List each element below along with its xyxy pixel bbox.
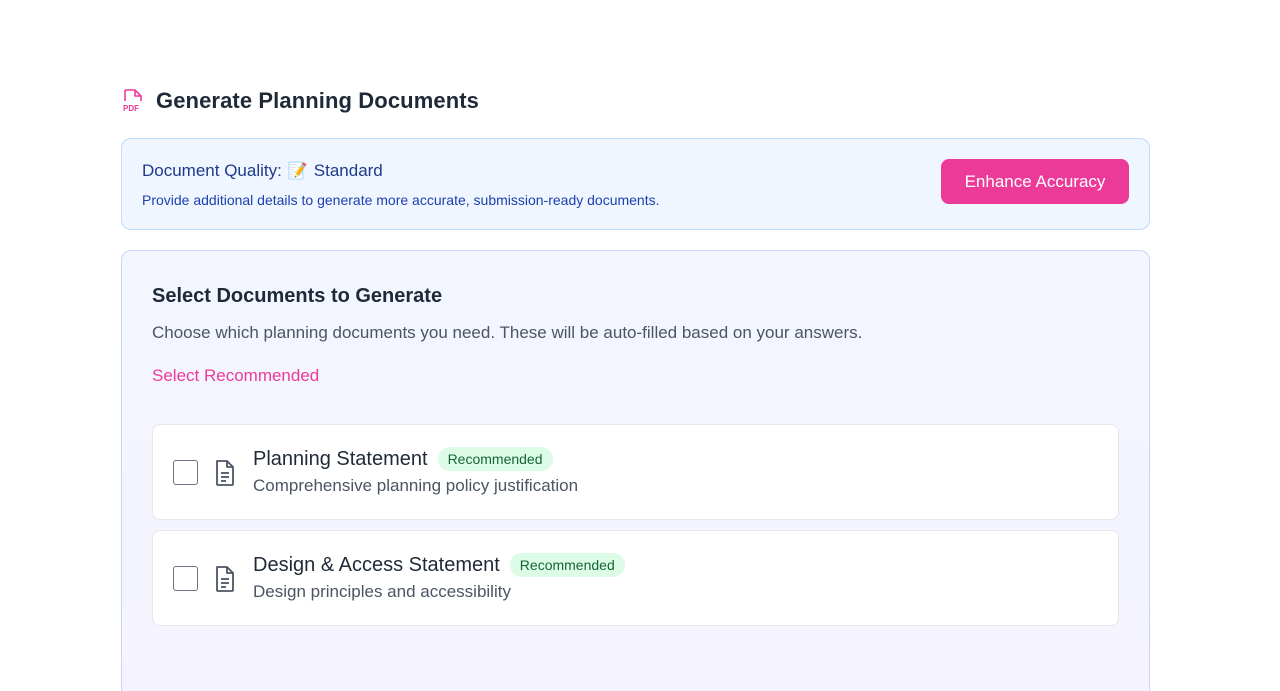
document-selection-panel: Select Documents to Generate Choose whic… bbox=[121, 250, 1150, 691]
document-name: Planning Statement bbox=[253, 447, 428, 470]
selection-description: Choose which planning documents you need… bbox=[152, 323, 863, 342]
quality-description: Provide additional details to generate m… bbox=[142, 192, 660, 208]
document-card-design-access-statement[interactable]: Design & Access Statement Recommended De… bbox=[152, 530, 1119, 626]
recommended-badge: Recommended bbox=[509, 553, 625, 577]
document-description: Design principles and accessibility bbox=[253, 582, 511, 601]
document-text: Design & Access Statement Recommended De… bbox=[253, 553, 625, 602]
enhance-accuracy-button[interactable]: Enhance Accuracy bbox=[941, 159, 1129, 204]
page-header: PDF Generate Planning Documents bbox=[122, 88, 479, 114]
quality-level: Standard bbox=[313, 161, 383, 180]
pdf-icon: PDF bbox=[123, 89, 142, 113]
document-card-planning-statement[interactable]: Planning Statement Recommended Comprehen… bbox=[152, 424, 1119, 520]
document-checkbox[interactable] bbox=[173, 460, 198, 485]
document-checkbox[interactable] bbox=[173, 566, 198, 591]
quality-title: Document Quality: 📝 Standard bbox=[142, 161, 383, 181]
selection-title: Select Documents to Generate bbox=[152, 285, 443, 307]
pdf-icon-label: PDF bbox=[123, 104, 139, 113]
document-name: Design & Access Statement bbox=[253, 553, 500, 576]
document-quality-banner: Document Quality: 📝 Standard Provide add… bbox=[121, 138, 1150, 230]
document-icon bbox=[216, 566, 234, 592]
document-text: Planning Statement Recommended Comprehen… bbox=[253, 447, 578, 496]
document-description: Comprehensive planning policy justificat… bbox=[253, 476, 579, 495]
select-recommended-link[interactable]: Select Recommended bbox=[152, 366, 319, 386]
pencil-icon: 📝 bbox=[287, 163, 308, 180]
document-icon bbox=[216, 460, 234, 486]
quality-label: Document Quality: bbox=[142, 161, 282, 180]
recommended-badge: Recommended bbox=[437, 447, 553, 471]
page-title: Generate Planning Documents bbox=[156, 88, 479, 113]
